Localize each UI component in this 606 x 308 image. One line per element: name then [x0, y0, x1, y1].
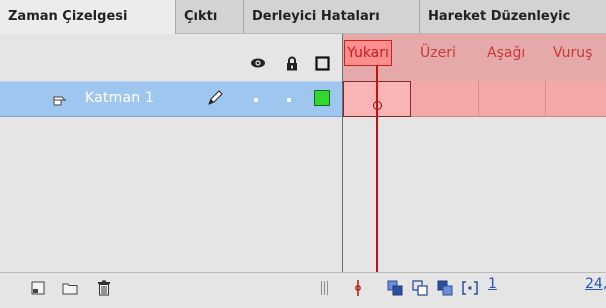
modify-markers-icon[interactable] — [462, 280, 478, 296]
layer-row[interactable]: Katman 1 — [0, 81, 342, 117]
outline-icon[interactable] — [314, 55, 330, 71]
delete-icon[interactable] — [96, 280, 112, 296]
layer-type-icon — [52, 92, 68, 108]
timeline-toolbar — [0, 272, 606, 308]
tab-output[interactable]: Çıktı — [176, 0, 244, 33]
tab-label: Hareket Düzenleyic — [428, 9, 571, 24]
onion-skin-outlines-icon[interactable] — [412, 280, 428, 296]
edit-multiple-frames-icon[interactable] — [437, 280, 453, 296]
frame-label-up[interactable]: Yukarı — [344, 40, 392, 66]
frame-label-over[interactable]: Üzeri — [420, 45, 456, 61]
new-layer-icon[interactable] — [30, 280, 46, 296]
tab-timeline[interactable]: Zaman Çizelgesi — [0, 0, 176, 34]
frame-label-hit[interactable]: Vuruş — [553, 45, 592, 61]
panel-tab-bar: Zaman Çizelgesi Çıktı Derleyici Hataları… — [0, 0, 606, 34]
new-folder-icon[interactable] — [62, 280, 78, 296]
lock-toggle[interactable] — [287, 98, 291, 102]
tab-label: Çıktı — [184, 9, 218, 24]
lock-icon[interactable] — [284, 55, 300, 71]
eye-icon[interactable] — [250, 55, 266, 71]
tab-motion-editor[interactable]: Hareket Düzenleyic — [420, 0, 606, 33]
visibility-toggle[interactable] — [254, 98, 258, 102]
frame-rate[interactable]: 24, — [585, 276, 606, 292]
layer-name[interactable]: Katman 1 — [85, 90, 154, 106]
current-frame-number[interactable]: 1 — [488, 276, 497, 292]
layer-outline-color[interactable] — [314, 90, 330, 106]
center-frame-icon[interactable] — [350, 280, 366, 296]
resize-grip[interactable] — [320, 281, 328, 295]
onion-skin-icon[interactable] — [387, 280, 403, 296]
pencil-icon — [206, 89, 224, 107]
tab-label: Derleyici Hataları — [252, 9, 380, 24]
frame-divider — [545, 81, 546, 117]
frame-label-down[interactable]: Aşağı — [487, 45, 525, 61]
tab-compiler-errors[interactable]: Derleyici Hataları — [244, 0, 420, 33]
playhead[interactable] — [376, 66, 378, 272]
tab-label: Zaman Çizelgesi — [8, 9, 128, 24]
frame-divider — [478, 81, 479, 117]
